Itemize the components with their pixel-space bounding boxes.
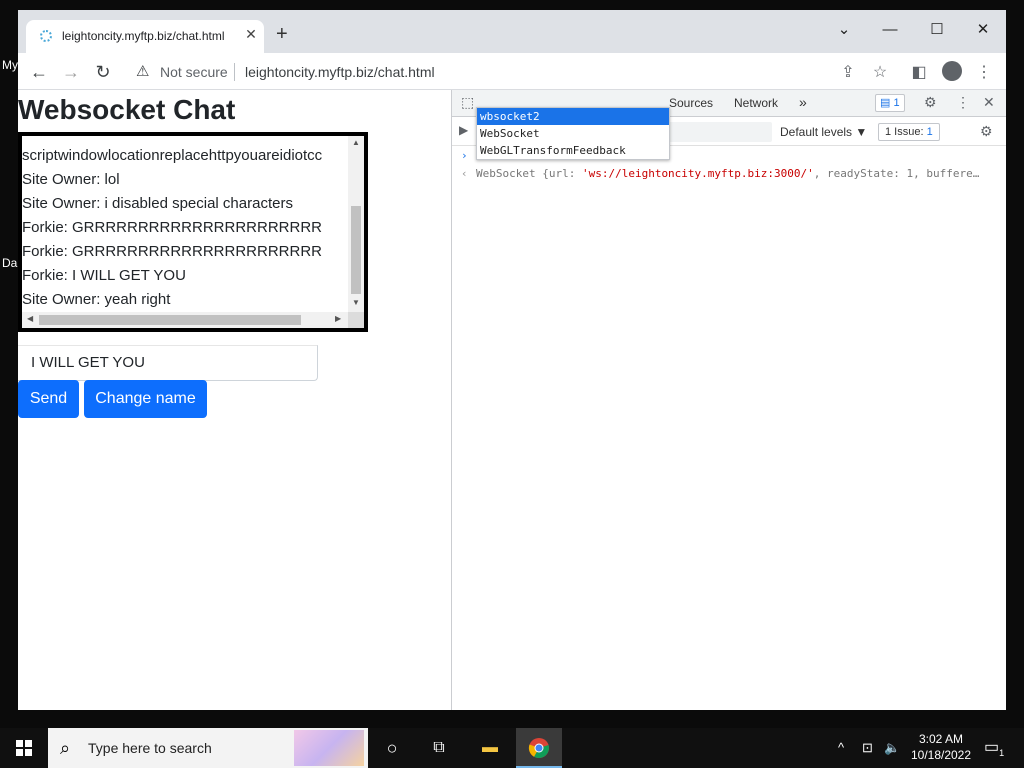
autocomplete-item[interactable]: WebSocket [477, 125, 669, 142]
settings-gear-icon[interactable]: ⚙ [924, 94, 937, 111]
tab-network[interactable]: Network [734, 96, 778, 110]
task-view-icon[interactable]: ⧉ [416, 728, 462, 768]
console-settings-icon[interactable]: ⚙ [980, 123, 993, 140]
maximize-button[interactable]: ☐ [922, 18, 952, 42]
scroll-right-icon[interactable]: ▶ [335, 314, 341, 323]
devtools-menu-icon[interactable]: ⋮ [956, 94, 970, 111]
tab-title: leightoncity.myftp.biz/chat.html [62, 29, 225, 43]
taskbar-search-box[interactable]: ⌕ Type here to search [48, 728, 368, 768]
favicon-icon [40, 30, 52, 42]
desktop-icon-label[interactable]: My [2, 58, 18, 72]
change-name-button[interactable]: Change name [84, 380, 207, 418]
system-clock[interactable]: 3:02 AM 10/18/2022 [908, 731, 974, 763]
network-icon[interactable]: ⊡ [862, 728, 873, 768]
cortana-icon[interactable]: ○ [369, 728, 415, 768]
autocomplete-dropdown: wbsocket2 WebSocket WebGLTransformFeedba… [476, 107, 670, 160]
search-highlight-image [294, 730, 364, 766]
default-levels-dropdown[interactable]: Default levels ▼ [780, 125, 867, 139]
menu-icon[interactable]: ⋮ [974, 62, 994, 82]
search-icon: ⌕ [60, 738, 71, 758]
chat-message: Forkie: GRRRRRRRRRRRRRRRRRRRRRR [22, 219, 322, 236]
clock-time: 3:02 AM [918, 732, 964, 746]
windows-start-icon[interactable] [0, 728, 48, 768]
browser-toolbar: ← → ↻ ⚠ Not secure leightoncity.myftp.bi… [18, 53, 1006, 90]
chrome-logo-icon [528, 738, 549, 759]
new-tab-button[interactable]: + [276, 24, 288, 44]
clock-date: 10/18/2022 [910, 748, 972, 762]
horizontal-scroll-thumb[interactable] [39, 315, 301, 325]
notification-center-icon[interactable]: ▭1 [984, 728, 1004, 768]
page-content: Websocket Chat Forkie: scriptwindowlocat… [18, 90, 451, 710]
bookmark-star-icon[interactable]: ☆ [870, 62, 890, 82]
scroll-left-icon[interactable]: ◀ [27, 314, 33, 323]
scroll-corner [348, 312, 364, 328]
chat-message: Forkie: GRRRRRRRRRRRRRRRRRRRRRR [22, 243, 322, 260]
show-hidden-icons[interactable]: ^ [838, 728, 844, 768]
browser-window: leightoncity.myftp.biz/chat.html ✕ + ⌄ —… [18, 10, 1006, 710]
message-input[interactable]: I WILL GET YOU [18, 345, 318, 381]
chat-message: Forkie: I WILL GET YOU [22, 267, 186, 284]
autocomplete-item[interactable]: WebGLTransformFeedback [477, 142, 669, 159]
url-separator [234, 63, 235, 81]
volume-icon[interactable]: 🔈 [884, 728, 900, 768]
issues-label: 1 Issue: [885, 126, 924, 138]
page-title: Websocket Chat [18, 94, 236, 125]
horizontal-scrollbar[interactable]: ◀ ▶ [22, 312, 348, 328]
result-arrow-icon: ‹ [461, 167, 468, 180]
scroll-down-icon[interactable]: ▼ [348, 298, 364, 307]
inspect-icon[interactable]: ⬚ [461, 94, 474, 111]
taskbar: ⌕ Type here to search ○ ⧉ ▬ ^ ⊡ 🔈 3:02 A… [0, 728, 1024, 768]
autocomplete-item[interactable]: wbsocket2 [477, 108, 669, 125]
close-window-button[interactable]: ✕ [968, 18, 998, 42]
profile-avatar[interactable] [942, 61, 962, 81]
search-placeholder: Type here to search [88, 740, 212, 756]
devtools-panel: ⬚ Sources Network » ▤ 1 ⚙ ⋮ ✕ ▶ Default … [451, 90, 1006, 710]
share-icon[interactable]: ⇪ [838, 62, 858, 82]
filter-input[interactable] [668, 122, 772, 142]
chat-lines: Forkie: scriptwindowlocationreplacehttpy… [22, 136, 348, 312]
chat-message: Site Owner: i disabled special character… [22, 195, 293, 212]
console-result-line[interactable]: ‹ WebSocket {url: 'ws://leightoncity.myf… [452, 165, 1006, 183]
messages-badge[interactable]: ▤ 1 [875, 94, 905, 112]
chat-message: Site Owner: lol [22, 171, 120, 188]
messages-count: 1 [893, 97, 900, 109]
send-button[interactable]: Send [18, 380, 79, 418]
reload-button[interactable]: ↻ [90, 59, 116, 85]
close-tab-icon[interactable]: ✕ [242, 26, 260, 43]
console-result-text: WebSocket {url: 'ws://leightoncity.myftp… [476, 165, 979, 183]
chat-message: Site Owner: yeah right [22, 291, 171, 308]
issues-button[interactable]: 1 Issue: 1 [878, 123, 940, 141]
issues-count: 1 [926, 126, 933, 138]
scroll-up-icon[interactable]: ▲ [348, 138, 364, 147]
address-bar[interactable]: leightoncity.myftp.biz/chat.html [245, 64, 435, 80]
chrome-taskbar-icon[interactable] [516, 728, 562, 768]
minimize-button[interactable]: — [875, 18, 905, 42]
result-url: 'ws://leightoncity.myftp.biz:3000/' [581, 167, 814, 180]
desktop-icon-label[interactable]: Da [2, 256, 17, 270]
prompt-chevron-icon: › [461, 149, 468, 162]
forward-button[interactable]: → [58, 59, 84, 85]
back-button[interactable]: ← [26, 59, 52, 85]
sidebar-toggle-icon[interactable]: ▶ [459, 123, 468, 137]
file-explorer-icon[interactable]: ▬ [467, 728, 513, 768]
tab-strip: leightoncity.myftp.biz/chat.html ✕ + ⌄ —… [18, 10, 1006, 53]
tab-sources[interactable]: Sources [669, 96, 713, 110]
result-suffix: , readyState: 1, buffere… [813, 167, 980, 180]
chat-log[interactable]: Forkie: scriptwindowlocationreplacehttpy… [18, 132, 368, 332]
vertical-scroll-thumb[interactable] [351, 206, 361, 294]
result-prefix: WebSocket {url: [476, 167, 582, 180]
browser-tab[interactable]: leightoncity.myftp.biz/chat.html ✕ [26, 20, 264, 53]
side-panel-icon[interactable]: ◧ [909, 62, 929, 82]
notification-count: 1 [999, 748, 1005, 759]
tab-search-icon[interactable]: ⌄ [829, 18, 859, 42]
not-secure-label[interactable]: Not secure [160, 64, 228, 80]
warning-icon[interactable]: ⚠ [136, 62, 149, 80]
chat-message: Forkie: [22, 136, 348, 144]
vertical-scrollbar[interactable]: ▲ ▼ [348, 136, 364, 312]
more-tabs-icon[interactable]: » [799, 94, 807, 110]
close-devtools-icon[interactable]: ✕ [983, 94, 995, 111]
chat-message: scriptwindowlocationreplacehttpyouareidi… [22, 147, 323, 164]
